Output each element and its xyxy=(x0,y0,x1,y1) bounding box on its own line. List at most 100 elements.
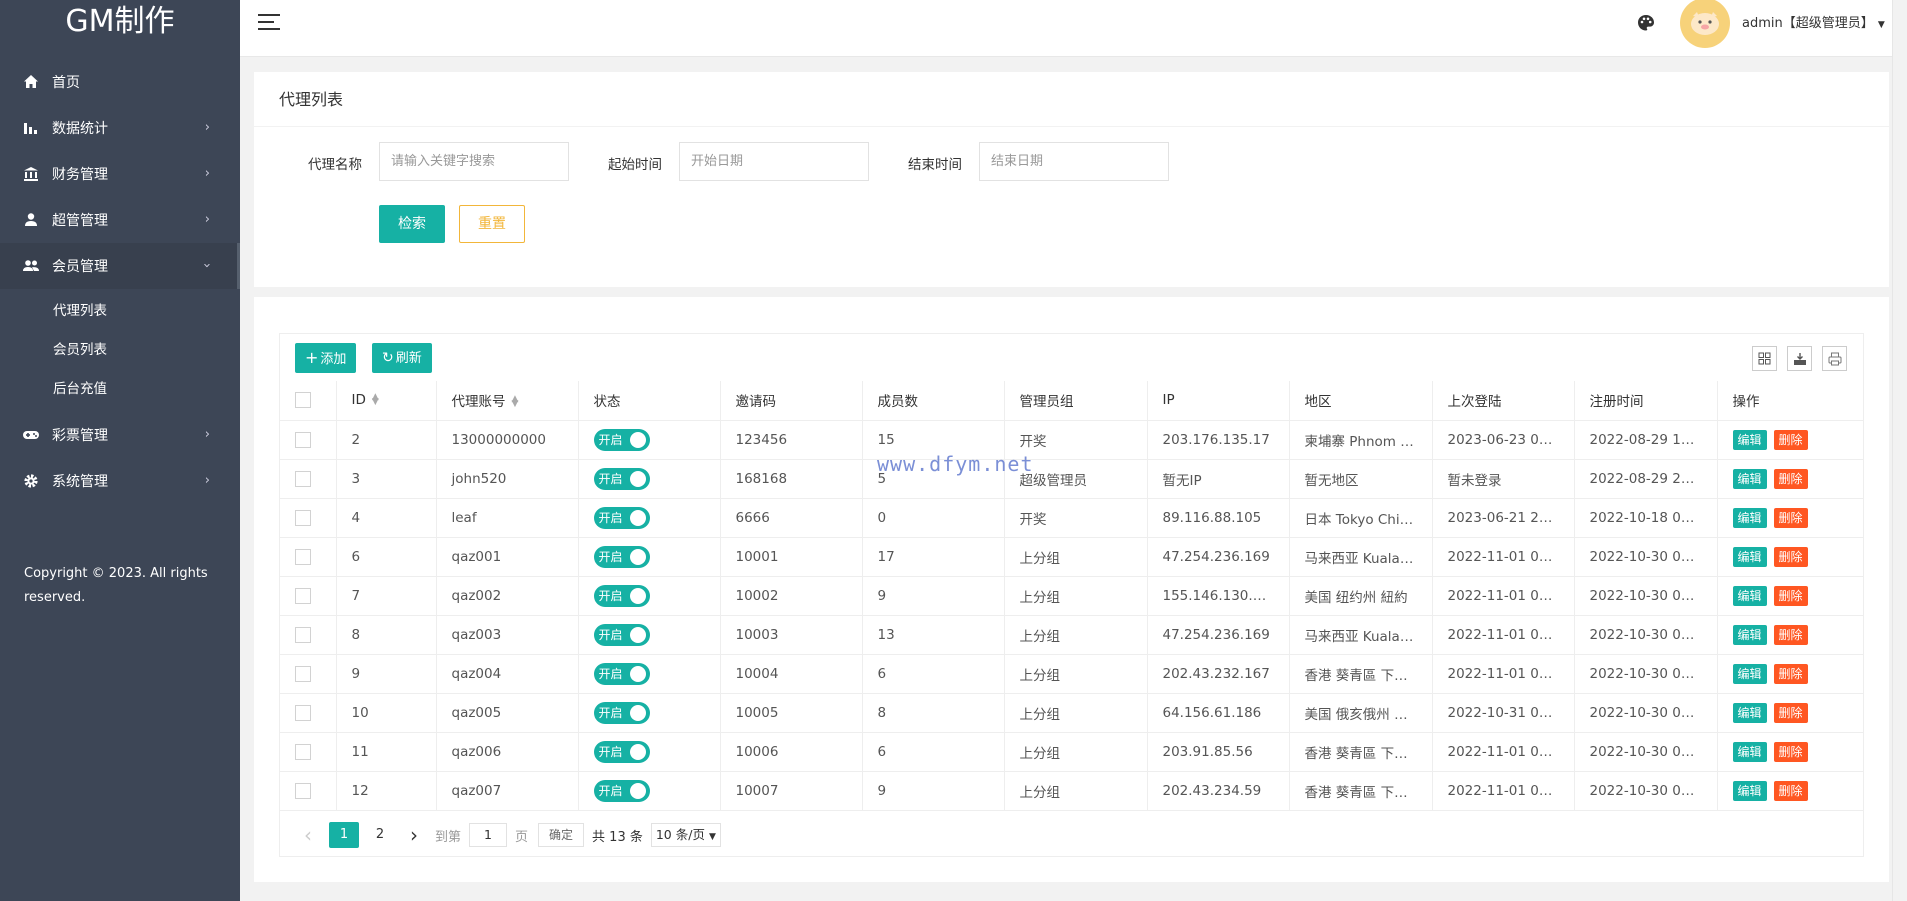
checkbox[interactable] xyxy=(295,470,311,487)
search-button[interactable]: 检索 xyxy=(379,205,445,243)
delete-button[interactable]: 删除 xyxy=(1773,507,1808,528)
edit-button[interactable]: 编辑 xyxy=(1732,741,1767,762)
page-unit-label: 页 xyxy=(515,829,529,845)
edit-button[interactable]: 编辑 xyxy=(1732,429,1767,450)
status-toggle[interactable]: 开启 xyxy=(593,701,650,724)
sort-icon[interactable]: ▲ ▼ xyxy=(372,393,379,407)
cell-ip: 202.43.232.167 xyxy=(1147,654,1290,694)
sidebar-subitem-recharge[interactable]: 后台充值 xyxy=(0,370,240,409)
delete-button[interactable]: 删除 xyxy=(1773,741,1808,762)
delete-button[interactable]: 删除 xyxy=(1773,780,1808,801)
delete-button[interactable]: 删除 xyxy=(1773,468,1808,489)
reset-button[interactable]: 重置 xyxy=(459,205,525,243)
column-header-account[interactable]: 代理账号 ▲ ▼ xyxy=(436,381,579,421)
delete-button[interactable]: 删除 xyxy=(1773,546,1808,567)
status-toggle[interactable]: 开启 xyxy=(593,740,650,763)
edit-button[interactable]: 编辑 xyxy=(1732,507,1767,528)
edit-button[interactable]: 编辑 xyxy=(1732,546,1767,567)
palette-icon[interactable] xyxy=(1636,13,1656,33)
cell-ip: 155.146.130.116 xyxy=(1147,576,1290,616)
column-header-id[interactable]: ID ▲ ▼ xyxy=(336,381,437,421)
status-toggle[interactable]: 开启 xyxy=(593,545,650,568)
status-toggle[interactable]: 开启 xyxy=(593,428,650,451)
cell-invite-code: 10004 xyxy=(720,654,863,694)
status-toggle[interactable]: 开启 xyxy=(593,467,650,490)
row-select-cell[interactable] xyxy=(280,576,337,616)
status-toggle[interactable]: 开启 xyxy=(593,506,650,529)
checkbox[interactable] xyxy=(295,743,311,760)
row-select-cell[interactable] xyxy=(280,732,337,772)
agent-name-input[interactable]: 请输入关键字搜索 xyxy=(379,142,569,181)
export-icon[interactable] xyxy=(1787,346,1812,371)
sidebar-item-members[interactable]: 会员管理 › xyxy=(0,243,240,289)
page-button-1[interactable]: 1 xyxy=(329,822,359,848)
checkbox[interactable] xyxy=(295,665,311,682)
start-date-input[interactable]: 开始日期 xyxy=(679,142,869,181)
confirm-page-button[interactable]: 确定 xyxy=(538,823,585,847)
header-select-all[interactable] xyxy=(280,381,337,421)
edit-button[interactable]: 编辑 xyxy=(1732,585,1767,606)
delete-button[interactable]: 删除 xyxy=(1773,429,1808,450)
sidebar-item-stats[interactable]: 数据统计 › xyxy=(0,105,240,151)
cell-id: 7 xyxy=(336,576,437,616)
delete-button[interactable]: 删除 xyxy=(1773,624,1808,645)
user-menu[interactable]: admin【超级管理员】 ▼ xyxy=(1742,12,1885,31)
status-toggle[interactable]: 开启 xyxy=(593,662,650,685)
row-select-cell[interactable] xyxy=(280,654,337,694)
checkbox[interactable] xyxy=(295,509,311,526)
sort-icon[interactable]: ▲ ▼ xyxy=(512,395,519,409)
page-button-2[interactable]: 2 xyxy=(367,822,393,848)
refresh-button[interactable]: ↻ 刷新 xyxy=(372,343,432,373)
checkbox[interactable] xyxy=(295,431,311,448)
columns-filter-icon[interactable] xyxy=(1752,346,1777,371)
cell-admin-group: 上分组 xyxy=(1004,732,1148,772)
print-icon[interactable] xyxy=(1822,346,1847,371)
delete-button[interactable]: 删除 xyxy=(1773,702,1808,723)
cell-last-login: 2022-11-01 05:59 xyxy=(1432,615,1575,655)
sidebar-submenu: 代理列表 会员列表 后台充值 xyxy=(0,292,240,409)
status-toggle[interactable]: 开启 xyxy=(593,779,650,802)
avatar[interactable] xyxy=(1680,0,1730,48)
edit-button[interactable]: 编辑 xyxy=(1732,702,1767,723)
end-date-input[interactable]: 结束日期 xyxy=(979,142,1169,181)
cell-ip: 203.91.85.56 xyxy=(1147,732,1290,772)
edit-button[interactable]: 编辑 xyxy=(1732,780,1767,801)
add-button[interactable]: + 添加 xyxy=(295,343,357,373)
row-select-cell[interactable] xyxy=(280,498,337,538)
sidebar-subitem-agent-list[interactable]: 代理列表 xyxy=(0,292,240,331)
row-select-cell[interactable] xyxy=(280,459,337,499)
row-select-cell[interactable] xyxy=(280,693,337,733)
delete-button[interactable]: 删除 xyxy=(1773,663,1808,684)
checkbox[interactable] xyxy=(295,626,311,643)
checkbox[interactable] xyxy=(295,782,311,799)
sidebar-subitem-member-list[interactable]: 会员列表 xyxy=(0,331,240,370)
page-scrollbar[interactable] xyxy=(1892,0,1907,901)
prev-page-button[interactable]: ‹ xyxy=(295,822,321,848)
row-select-cell[interactable] xyxy=(280,537,337,577)
sidebar-item-home[interactable]: 首页 xyxy=(0,59,240,105)
page-size-select[interactable]: 10 条/页 ▼ xyxy=(650,823,721,847)
toggle-knob xyxy=(629,626,646,643)
checkbox[interactable] xyxy=(295,704,311,721)
edit-button[interactable]: 编辑 xyxy=(1732,624,1767,645)
sidebar-item-finance[interactable]: 财务管理 › xyxy=(0,151,240,197)
checkbox[interactable] xyxy=(295,587,311,604)
next-page-button[interactable]: › xyxy=(401,822,427,848)
edit-button[interactable]: 编辑 xyxy=(1732,663,1767,684)
sidebar-item-system[interactable]: 系统管理 › xyxy=(0,458,240,504)
cell-ip: 47.254.236.169 xyxy=(1147,615,1290,655)
menu-toggle-icon[interactable] xyxy=(258,14,280,30)
cell-last-login: 2023-06-21 23:57 xyxy=(1432,498,1575,538)
row-select-cell[interactable] xyxy=(280,771,337,811)
row-select-cell[interactable] xyxy=(280,420,337,460)
sidebar-item-lottery[interactable]: 彩票管理 › xyxy=(0,412,240,458)
sidebar-item-super-admin[interactable]: 超管管理 › xyxy=(0,197,240,243)
row-select-cell[interactable] xyxy=(280,615,337,655)
checkbox[interactable] xyxy=(295,392,311,409)
delete-button[interactable]: 删除 xyxy=(1773,585,1808,606)
status-toggle[interactable]: 开启 xyxy=(593,584,650,607)
page-number-input[interactable]: 1 xyxy=(469,823,508,847)
edit-button[interactable]: 编辑 xyxy=(1732,468,1767,489)
checkbox[interactable] xyxy=(295,548,311,565)
status-toggle[interactable]: 开启 xyxy=(593,623,650,646)
